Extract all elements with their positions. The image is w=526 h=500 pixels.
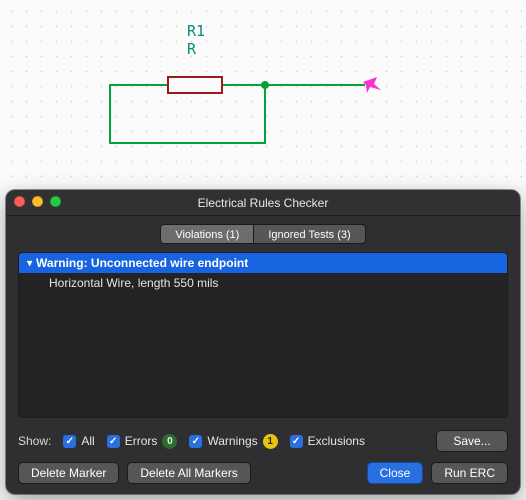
close-button[interactable]: Close: [367, 462, 424, 484]
filter-exclusions-label: Exclusions: [308, 434, 365, 448]
checkbox-icon: ✓: [290, 435, 303, 448]
dialog-title: Electrical Rules Checker: [198, 196, 329, 210]
erc-marker-icon[interactable]: [363, 77, 381, 93]
warnings-count-badge: 1: [263, 434, 278, 449]
erc-dialog: Electrical Rules Checker Violations (1) …: [6, 190, 520, 494]
violations-list[interactable]: ▸ Warning: Unconnected wire endpoint Hor…: [18, 252, 508, 418]
filter-warnings[interactable]: ✓ Warnings 1: [189, 434, 277, 449]
titlebar: Electrical Rules Checker: [6, 190, 520, 216]
button-bar: Delete Marker Delete All Markers Close R…: [6, 458, 520, 494]
filter-errors-label: Errors: [125, 434, 158, 448]
filter-bar: Show: ✓ All ✓ Errors 0 ✓ Warnings 1 ✓ Ex…: [6, 426, 520, 458]
violation-row[interactable]: ▸ Warning: Unconnected wire endpoint: [19, 253, 507, 273]
window-controls: [14, 196, 61, 207]
zoom-window-icon[interactable]: [50, 196, 61, 207]
tab-violations[interactable]: Violations (1): [160, 224, 254, 244]
filter-errors[interactable]: ✓ Errors 0: [107, 434, 178, 449]
tab-bar: Violations (1) Ignored Tests (3): [6, 216, 520, 250]
junction-dot: [261, 81, 269, 89]
filter-all[interactable]: ✓ All: [63, 434, 94, 448]
schematic-canvas[interactable]: R1 R: [0, 0, 526, 185]
resistor-symbol: [167, 76, 223, 94]
checkbox-icon: ✓: [189, 435, 202, 448]
filter-exclusions[interactable]: ✓ Exclusions: [290, 434, 365, 448]
delete-all-markers-button[interactable]: Delete All Markers: [127, 462, 250, 484]
minimize-window-icon[interactable]: [32, 196, 43, 207]
filter-warnings-label: Warnings: [207, 434, 257, 448]
run-erc-button[interactable]: Run ERC: [431, 462, 508, 484]
dangling-wire: [265, 84, 365, 86]
wire: [109, 84, 111, 142]
save-button[interactable]: Save...: [436, 430, 508, 452]
chevron-down-icon: ▸: [24, 260, 35, 265]
violation-detail: Horizontal Wire, length 550 mils: [49, 276, 218, 290]
wire: [223, 84, 265, 86]
component-value: R: [187, 40, 196, 58]
violation-title: Warning: Unconnected wire endpoint: [36, 256, 248, 270]
errors-count-badge: 0: [162, 434, 177, 449]
delete-marker-button[interactable]: Delete Marker: [18, 462, 119, 484]
tab-ignored-tests[interactable]: Ignored Tests (3): [254, 224, 365, 244]
checkbox-icon: ✓: [63, 435, 76, 448]
violation-detail-row[interactable]: Horizontal Wire, length 550 mils: [19, 273, 507, 293]
wire: [109, 84, 167, 86]
component-reference: R1: [187, 22, 205, 40]
checkbox-icon: ✓: [107, 435, 120, 448]
show-label: Show:: [18, 434, 51, 448]
close-window-icon[interactable]: [14, 196, 25, 207]
filter-all-label: All: [81, 434, 94, 448]
wire: [109, 142, 266, 144]
wire: [264, 84, 266, 144]
